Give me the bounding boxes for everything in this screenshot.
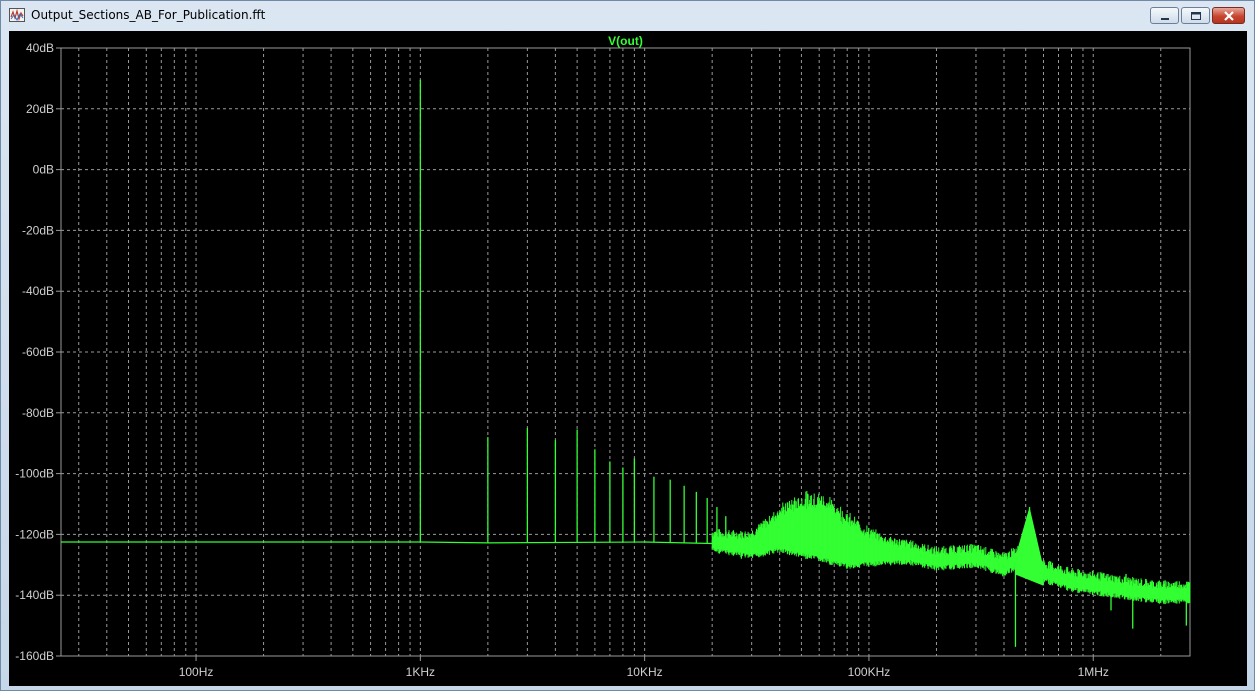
- close-button[interactable]: [1212, 7, 1245, 24]
- x-tick-label: 1KHz: [406, 665, 435, 679]
- resonance-lobe: [1015, 507, 1044, 586]
- y-tick-label: 0dB: [33, 163, 54, 177]
- y-tick-label: -120dB: [15, 527, 54, 541]
- y-tick-label: -40dB: [22, 284, 54, 298]
- x-tick-label: 1MHz: [1078, 665, 1109, 679]
- minimize-button[interactable]: [1150, 7, 1179, 24]
- y-tick-label: -100dB: [15, 467, 54, 481]
- maximize-icon: [1191, 12, 1201, 20]
- close-icon: [1224, 11, 1234, 21]
- y-tick-label: -160dB: [15, 649, 54, 663]
- minimize-icon: [1161, 18, 1169, 20]
- x-tick-label: 10KHz: [627, 665, 663, 679]
- waveform-viewer-icon: [9, 8, 25, 22]
- x-tick-label: 100Hz: [179, 665, 214, 679]
- y-tick-label: 20dB: [26, 102, 54, 116]
- fft-waveform-window: Output_Sections_AB_For_Publication.fft 4…: [0, 0, 1255, 691]
- y-tick-label: -20dB: [22, 223, 54, 237]
- y-tick-label: -80dB: [22, 406, 54, 420]
- x-tick-label: 100KHz: [848, 665, 891, 679]
- y-tick-label: -60dB: [22, 345, 54, 359]
- series-vout: [61, 79, 1191, 647]
- title-bar[interactable]: Output_Sections_AB_For_Publication.fft: [1, 1, 1254, 31]
- plot-pane[interactable]: 40dB 20dB 0dB -20dB -40dB -60dB -80dB -100dB -12…: [9, 31, 1247, 686]
- window-title: Output_Sections_AB_For_Publication.fft: [31, 8, 266, 22]
- fft-chart[interactable]: 40dB 20dB 0dB -20dB -40dB -60dB -80dB -100dB -12…: [9, 31, 1247, 686]
- chart-title: V(out): [608, 34, 643, 48]
- y-tick-label: 40dB: [26, 41, 54, 55]
- y-tick-label: -140dB: [15, 588, 54, 602]
- maximize-button[interactable]: [1181, 7, 1210, 24]
